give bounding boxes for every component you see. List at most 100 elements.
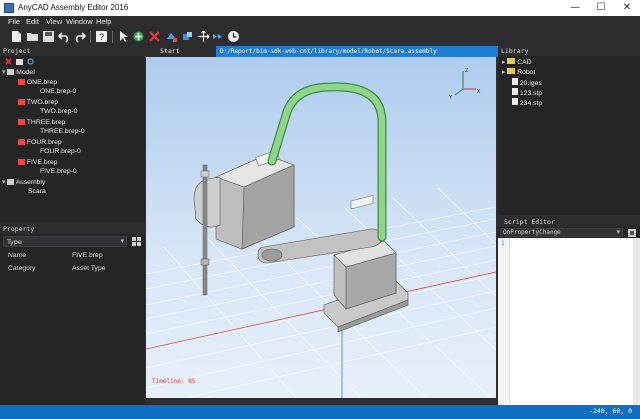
script-editor-header: Script Editor <box>498 217 640 227</box>
undo-icon[interactable] <box>58 30 71 43</box>
tree-node-assembly[interactable]: ▾ Assembly <box>2 178 45 186</box>
project-toolbar <box>3 57 143 67</box>
scene-svg: Z X Y <box>146 68 496 398</box>
viewport-3d[interactable]: Z X Y Timeline: 85 <box>146 57 496 398</box>
library-item-file[interactable]: 234.stp <box>512 98 542 107</box>
file-icon <box>512 88 518 95</box>
library-item-cad[interactable]: ▸ CAD <box>502 58 532 66</box>
property-row[interactable]: Name FIVE.brep <box>0 250 144 263</box>
close-button[interactable]: ✕ <box>614 0 640 16</box>
save-icon[interactable] <box>42 30 55 43</box>
axis-label-y: Y <box>448 95 453 101</box>
part-icon <box>18 139 25 145</box>
redo-icon[interactable] <box>73 30 86 43</box>
tree-leaf-five[interactable]: FIVE.brep-0 <box>40 168 77 175</box>
tree-leaf-three[interactable]: THREE.brep-0 <box>40 128 85 135</box>
tree-leaf-four[interactable]: FOUR.brep-0 <box>40 148 81 155</box>
property-value: FIVE.brep <box>72 252 103 259</box>
app-icon <box>4 3 14 13</box>
library-panel-header: Library <box>498 46 640 56</box>
menu-edit[interactable]: Edit <box>26 17 39 26</box>
svg-text:?: ? <box>99 32 104 42</box>
maximize-button[interactable]: ☐ <box>588 0 614 16</box>
file-icon <box>512 98 518 105</box>
menu-bar: File Edit View Window Help <box>0 16 640 27</box>
script-editor-header-area: Script Editor OnPropertyChange ▾ <box>498 217 640 238</box>
toolbar: ? <box>0 27 640 46</box>
cursor-coordinates: -240, 60, 0 <box>588 407 632 415</box>
library-item-file[interactable]: 20.iges <box>512 78 542 87</box>
property-panel: Property Type ▾ Name FIVE.brep Category … <box>0 224 145 405</box>
property-sort-icon[interactable] <box>132 237 141 246</box>
part-icon <box>18 79 25 85</box>
add-part-icon[interactable] <box>132 30 145 43</box>
help-icon[interactable]: ? <box>95 30 108 43</box>
move-icon[interactable] <box>165 30 178 43</box>
tree-node-two[interactable]: TWO.brep <box>18 98 58 106</box>
animate-clock-icon[interactable] <box>227 30 240 43</box>
toolbar-separator <box>90 31 91 43</box>
script-event-select[interactable]: OnPropertyChange ▾ <box>500 228 623 237</box>
delete-icon[interactable] <box>148 30 161 43</box>
robot-base <box>323 195 409 333</box>
project-panel: Project ▾ Model ONE.brep ONE.brep-0 TWO.… <box>0 46 145 222</box>
run-script-icon[interactable] <box>628 229 636 237</box>
open-folder-icon[interactable] <box>26 30 39 43</box>
add-folder-icon[interactable] <box>16 58 23 65</box>
property-name: Category <box>8 265 36 272</box>
translate-icon[interactable] <box>197 30 210 43</box>
chevron-down-icon: ▾ <box>120 237 124 245</box>
project-panel-header: Project <box>0 46 145 56</box>
axis-gizmo: Z X Y <box>448 68 481 101</box>
tree-node-one[interactable]: ONE.brep <box>18 78 57 86</box>
part-icon <box>18 99 25 105</box>
library-item-file[interactable]: 123.stp <box>512 88 542 97</box>
axis-label-x: X <box>477 89 481 95</box>
chevron-down-icon: ▾ <box>616 228 620 236</box>
property-panel-header: Property <box>0 224 145 234</box>
scrollbar[interactable] <box>633 238 640 405</box>
tree-node-four[interactable]: FOUR.brep <box>18 138 62 146</box>
menu-window[interactable]: Window <box>66 17 93 26</box>
status-bar: -240, 60, 0 <box>0 405 640 419</box>
tree-leaf-two[interactable]: TWO.brep-0 <box>40 108 77 115</box>
library-panel: Library ▸ CAD ▸ Robot 20.iges 123.stp 23… <box>498 46 640 215</box>
connect-icon[interactable] <box>212 30 225 43</box>
minimize-button[interactable]: — <box>562 0 588 16</box>
line-number: 1 <box>501 240 505 247</box>
axis-label-z: Z <box>465 68 469 74</box>
tree-node-model[interactable]: ▾ Model <box>2 68 35 76</box>
library-item-robot[interactable]: ▸ Robot <box>502 68 535 76</box>
project-tree: ▾ Model ONE.brep ONE.brep-0 TWO.brep TWO… <box>0 68 145 218</box>
menu-help[interactable]: Help <box>96 17 111 26</box>
part-icon <box>18 159 25 165</box>
folder-icon <box>507 68 516 74</box>
document-tabs: Start D:/Report/bim-sdk-web-cnt/library/… <box>146 46 571 57</box>
menu-view[interactable]: View <box>46 17 62 26</box>
model-icon <box>7 69 15 75</box>
pointer-icon[interactable] <box>117 30 130 43</box>
rotate-icon[interactable] <box>181 30 194 43</box>
robot-body <box>193 149 295 250</box>
property-row[interactable]: Category Asset Type <box>0 263 144 276</box>
assembly-icon <box>7 179 15 185</box>
title-bar: AnyCAD Assembly Editor 2016 — ☐ ✕ <box>0 0 640 16</box>
property-type-select[interactable]: Type ▾ <box>3 236 127 247</box>
tree-leaf-scara[interactable]: Scara <box>28 188 46 195</box>
tree-node-five[interactable]: FIVE.brep <box>18 158 58 166</box>
part-icon <box>18 119 25 125</box>
property-value: Asset Type <box>72 265 106 272</box>
menu-file[interactable]: File <box>8 17 20 26</box>
refresh-icon[interactable] <box>27 58 34 65</box>
tab-start[interactable]: Start <box>160 47 180 55</box>
viewport-overlay-text: Timeline: 85 <box>152 378 196 385</box>
tree-node-three[interactable]: THREE.brep <box>18 118 65 126</box>
property-name: Name <box>8 252 27 259</box>
script-editor-textarea[interactable]: 1 <box>498 238 640 405</box>
tree-leaf-one[interactable]: ONE.brep-0 <box>40 88 76 95</box>
new-file-icon[interactable] <box>10 30 23 43</box>
window-title: AnyCAD Assembly Editor 2016 <box>18 3 129 12</box>
line-number-gutter <box>498 238 510 405</box>
remove-icon[interactable] <box>5 58 12 65</box>
x-axis-line <box>146 271 496 350</box>
